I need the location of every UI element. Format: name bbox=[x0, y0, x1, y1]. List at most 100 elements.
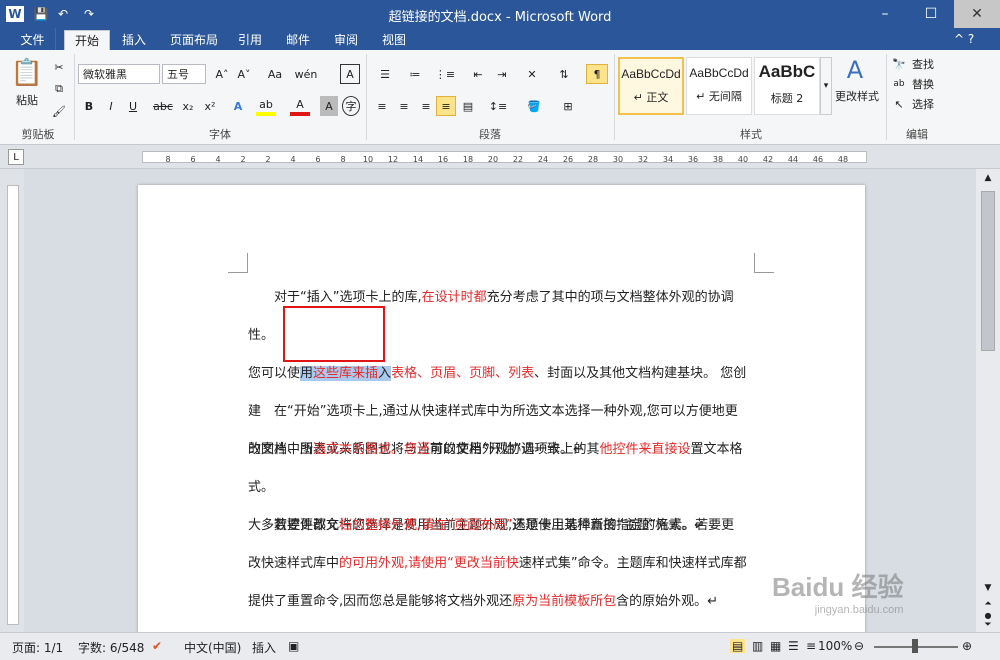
tab-view[interactable]: 视图 bbox=[372, 28, 416, 50]
char-border-icon[interactable]: A bbox=[340, 64, 360, 84]
browse-object-icon[interactable]: ● bbox=[980, 611, 996, 620]
shrink-font-button[interactable]: A˅ bbox=[234, 64, 254, 84]
watermark: Baidu 经验 jingyan.baidu.com bbox=[772, 567, 903, 616]
subscript-button[interactable]: x₂ bbox=[178, 96, 198, 116]
scroll-up-icon[interactable]: ▲ bbox=[980, 171, 996, 185]
ribbon-tabs: 文件 开始 插入 页面布局 引用 邮件 审阅 视图 ^ ? bbox=[0, 28, 1000, 50]
tab-mailings[interactable]: 邮件 bbox=[276, 28, 320, 50]
styles-scroll-icon[interactable]: ▾ bbox=[820, 57, 832, 115]
copy-icon[interactable]: ⧉ bbox=[50, 80, 68, 98]
tab-page-layout[interactable]: 页面布局 bbox=[160, 28, 228, 50]
select-icon[interactable]: ↖ bbox=[892, 96, 906, 112]
outline-icon[interactable]: ☰ bbox=[788, 639, 799, 653]
change-styles-label[interactable]: 更改样式 bbox=[832, 88, 882, 104]
paste-button-label[interactable]: 粘贴 bbox=[8, 92, 46, 108]
selected-text[interactable]: 入 bbox=[378, 366, 392, 381]
ruler-scale[interactable]: 8 6 4 2 2 4 6 8 10 12 14 16 18 20 22 24 26 28 30 32 34 36 38 40… bbox=[142, 151, 867, 164]
language[interactable]: 中文(中国) bbox=[184, 639, 241, 656]
horizontal-ruler[interactable]: L 8 6 4 2 2 4 6 8 10 12 14 16 18 20 22 24 26 28 30 32 34 36 38… bbox=[0, 145, 1000, 169]
vertical-scrollbar[interactable]: ▲ ▼ ⏶ ● ⏷ bbox=[976, 169, 1000, 632]
tab-review[interactable]: 审阅 bbox=[324, 28, 368, 50]
tab-insert[interactable]: 插入 bbox=[112, 28, 156, 50]
align-left-icon[interactable]: ≡ bbox=[372, 96, 392, 116]
line-spacing-icon[interactable]: ↕≡ bbox=[486, 96, 510, 116]
macro-record-icon[interactable]: ▣ bbox=[288, 639, 299, 653]
bold-button[interactable]: B bbox=[80, 96, 98, 116]
strikethrough-button[interactable]: abc bbox=[152, 96, 174, 116]
change-case-button[interactable]: Aa bbox=[262, 64, 288, 84]
decrease-indent-icon[interactable]: ⇤ bbox=[468, 64, 488, 84]
web-layout-icon[interactable]: ▦ bbox=[770, 639, 781, 653]
full-screen-reading-icon[interactable]: ▥ bbox=[752, 639, 763, 653]
multilevel-list-icon[interactable]: ⋮≡ bbox=[432, 64, 458, 84]
style-normal[interactable]: AaBbCcDd ↵ 正文 bbox=[618, 57, 684, 115]
font-name-combo[interactable]: 微软雅黑 bbox=[78, 64, 160, 84]
phonetic-guide-icon[interactable]: wén bbox=[295, 64, 318, 84]
change-styles-icon[interactable]: A bbox=[840, 56, 870, 84]
vertical-ruler-scale[interactable] bbox=[7, 185, 19, 625]
replace-icon[interactable]: ab bbox=[892, 76, 906, 92]
draft-icon[interactable]: ≡ bbox=[806, 639, 816, 653]
style-heading-2[interactable]: AaBbC 标题 2 bbox=[754, 57, 820, 115]
tab-references[interactable]: 引用 bbox=[228, 28, 272, 50]
numbering-icon[interactable]: ≔ bbox=[402, 64, 428, 84]
shading-icon[interactable]: 🪣 bbox=[522, 96, 546, 116]
underline-button[interactable]: U bbox=[124, 96, 142, 116]
borders-icon[interactable]: ⊞ bbox=[556, 96, 580, 116]
maximize-button[interactable]: ☐ bbox=[908, 0, 954, 28]
scroll-thumb[interactable] bbox=[981, 191, 995, 351]
enclose-char-icon[interactable]: 字 bbox=[342, 96, 360, 116]
tab-home[interactable]: 开始 bbox=[64, 30, 111, 50]
align-right-icon[interactable]: ≡ bbox=[416, 96, 436, 116]
print-layout-icon[interactable]: ▤ bbox=[730, 639, 746, 653]
sort-icon[interactable]: ⇅ bbox=[554, 64, 574, 84]
page-count[interactable]: 页面: 1/1 bbox=[12, 639, 63, 656]
grow-font-button[interactable]: A˄ bbox=[212, 64, 232, 84]
document-canvas[interactable]: 对于“插入”选项卡上的库,在设计时都充分考虑了其中的项与文档整体外观的协调性。 … bbox=[24, 169, 976, 632]
paragraph-3[interactable]: 若要更改文档的整体外观,请在“页面布局”选项卡上选择新的“主题”元素。若要更 改… bbox=[248, 507, 758, 621]
italic-button[interactable]: I bbox=[102, 96, 120, 116]
superscript-button[interactable]: x² bbox=[200, 96, 220, 116]
minimize-button[interactable]: – bbox=[862, 0, 908, 28]
prev-page-icon[interactable]: ⏶ bbox=[980, 597, 996, 611]
word-count[interactable]: 字数: 6/548 bbox=[78, 639, 144, 656]
justify-icon[interactable]: ≡ bbox=[436, 96, 456, 116]
document-page[interactable]: 对于“插入”选项卡上的库,在设计时都充分考虑了其中的项与文档整体外观的协调性。 … bbox=[138, 185, 865, 632]
find-icon[interactable]: 🔭 bbox=[892, 56, 906, 72]
align-center-icon[interactable]: ≡ bbox=[394, 96, 414, 116]
select-label[interactable]: 选择 bbox=[908, 96, 938, 112]
red-text-run: 档的整体外观,请在“页面布局” bbox=[339, 518, 513, 533]
find-label[interactable]: 查找 bbox=[908, 56, 938, 72]
insert-mode[interactable]: 插入 bbox=[252, 639, 276, 656]
selected-text[interactable]: 用 bbox=[300, 366, 314, 381]
font-size-combo[interactable]: 五号 bbox=[162, 64, 206, 84]
zoom-slider-thumb[interactable] bbox=[912, 639, 918, 653]
zoom-out-icon[interactable]: ⊖ bbox=[854, 639, 864, 653]
replace-label[interactable]: 替换 bbox=[908, 76, 938, 92]
cut-icon[interactable]: ✂ bbox=[50, 58, 68, 76]
bullets-icon[interactable]: ☰ bbox=[372, 64, 398, 84]
tab-file[interactable]: 文件 bbox=[10, 28, 56, 50]
chinese-layout-icon[interactable]: ✕ bbox=[520, 64, 544, 84]
zoom-level[interactable]: 100% bbox=[818, 639, 852, 653]
tab-selector-icon[interactable]: L bbox=[8, 149, 24, 165]
red-text-run: 原为当前模板所包 bbox=[512, 594, 617, 609]
scroll-down-icon[interactable]: ▼ bbox=[980, 581, 996, 595]
highlight-color-icon[interactable]: ab bbox=[256, 96, 276, 116]
vertical-ruler[interactable] bbox=[0, 169, 24, 632]
show-marks-icon[interactable]: ¶ bbox=[586, 64, 608, 84]
distributed-icon[interactable]: ▤ bbox=[458, 96, 478, 116]
close-button[interactable]: ✕ bbox=[954, 0, 1000, 28]
char-shading-icon[interactable]: A bbox=[320, 96, 338, 116]
proofing-icon[interactable]: ✔ bbox=[152, 639, 162, 653]
format-painter-icon[interactable]: 🖌 bbox=[50, 102, 68, 120]
paste-icon[interactable]: 📋 bbox=[10, 56, 44, 90]
increase-indent-icon[interactable]: ⇥ bbox=[492, 64, 512, 84]
zoom-in-icon[interactable]: ⊕ bbox=[962, 639, 972, 653]
text-effects-icon[interactable]: A bbox=[228, 96, 248, 116]
selected-red-text[interactable]: 这些库来插 bbox=[313, 366, 379, 381]
style-no-spacing[interactable]: AaBbCcDd ↵ 无间隔 bbox=[686, 57, 752, 115]
next-page-icon[interactable]: ⏷ bbox=[980, 619, 996, 631]
font-color-icon[interactable]: A bbox=[290, 96, 310, 116]
help-icon[interactable]: ^ ? bbox=[950, 28, 978, 50]
